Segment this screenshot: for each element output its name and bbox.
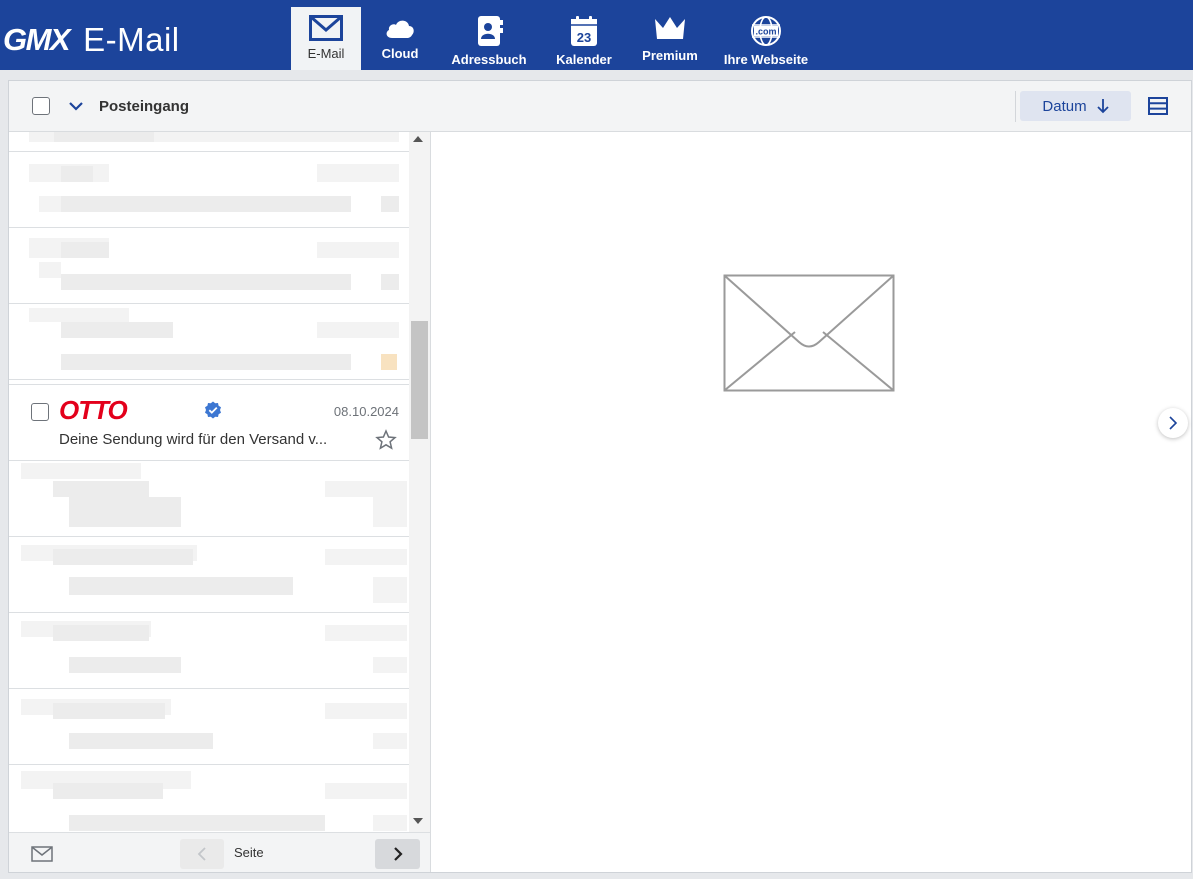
verified-sender-icon xyxy=(205,401,221,419)
list-item-redacted[interactable] xyxy=(9,304,409,380)
nav-cloud[interactable]: Cloud xyxy=(361,7,439,70)
list-item-redacted[interactable] xyxy=(9,613,409,689)
chevron-right-icon xyxy=(1169,416,1178,430)
chevron-down-icon[interactable] xyxy=(68,98,84,114)
email-date: 08.10.2024 xyxy=(333,404,399,419)
mail-list-footer: Seite xyxy=(9,832,430,872)
nav-addressbook[interactable]: Adressbuch xyxy=(439,7,539,70)
mail-list-scrollbar[interactable] xyxy=(409,132,430,832)
arrow-down-icon xyxy=(1096,99,1109,114)
previous-page-button[interactable] xyxy=(180,839,224,869)
list-item-redacted[interactable] xyxy=(9,461,409,537)
email-select-checkbox[interactable] xyxy=(31,403,49,421)
envelope-icon[interactable] xyxy=(31,846,53,862)
nav-addressbook-label: Adressbuch xyxy=(451,52,527,67)
sort-label: Datum xyxy=(1042,97,1087,115)
chevron-right-icon xyxy=(393,847,403,861)
reading-pane xyxy=(431,132,1191,872)
website-badge: .com xyxy=(755,27,776,37)
nav-email[interactable]: E-Mail xyxy=(291,7,361,70)
globe-icon: .com xyxy=(751,16,781,46)
top-navigation-bar: GMX E-Mail E-Mail Cloud Adressbuch 23 Ka… xyxy=(0,0,1193,70)
main-nav: E-Mail Cloud Adressbuch 23 Kalender Prem… xyxy=(291,7,821,70)
folder-title[interactable]: Posteingang xyxy=(99,98,189,115)
expand-side-panel-button[interactable] xyxy=(1158,408,1188,438)
calendar-day: 23 xyxy=(577,30,591,45)
cloud-icon xyxy=(386,20,414,38)
nav-website[interactable]: .com Ihre Webseite xyxy=(711,7,821,70)
list-item-redacted[interactable] xyxy=(9,765,409,832)
star-icon[interactable] xyxy=(375,429,397,451)
next-page-button[interactable] xyxy=(375,839,420,869)
nav-email-label: E-Mail xyxy=(307,46,345,61)
calendar-icon: 23 xyxy=(571,16,597,46)
scroll-up-arrow-icon[interactable] xyxy=(413,136,423,142)
email-subject: Deine Sendung wird für den Versand v... xyxy=(59,431,328,448)
list-item-redacted[interactable] xyxy=(9,689,409,765)
sort-button[interactable]: Datum xyxy=(1020,91,1131,121)
page-label: Seite xyxy=(234,845,264,860)
envelope-icon xyxy=(309,15,343,41)
nav-premium[interactable]: Premium xyxy=(629,7,711,70)
nav-website-label: Ihre Webseite xyxy=(723,52,809,67)
sender-logo-text: OTTO xyxy=(59,397,128,423)
nav-cloud-label: Cloud xyxy=(381,46,419,61)
mail-list: OTTO 08.10.2024 Deine Sendung wird für d… xyxy=(9,132,409,832)
product-name: E-Mail xyxy=(83,21,180,58)
list-item[interactable]: OTTO 08.10.2024 Deine Sendung wird für d… xyxy=(9,384,409,461)
chevron-left-icon xyxy=(197,847,206,861)
scroll-down-arrow-icon[interactable] xyxy=(413,818,423,824)
header-divider xyxy=(1015,91,1016,122)
nav-calendar-label: Kalender xyxy=(556,52,612,67)
brand-name: GMX xyxy=(3,22,71,57)
nav-premium-label: Premium xyxy=(642,48,698,63)
address-book-icon xyxy=(478,16,503,46)
list-item-redacted[interactable] xyxy=(9,537,409,613)
empty-mail-envelope-icon xyxy=(723,274,895,392)
mail-main-panel: Posteingang Datum OTTO 08.10.2024 Deine … xyxy=(8,80,1192,873)
list-item-redacted[interactable] xyxy=(9,132,409,152)
mail-list-header: Posteingang Datum xyxy=(9,81,1191,132)
crown-icon xyxy=(655,17,685,39)
gmx-logo[interactable]: GMX E-Mail xyxy=(3,20,180,60)
nav-calendar[interactable]: 23 Kalender xyxy=(539,7,629,70)
sender-logo: OTTO xyxy=(59,397,129,423)
select-all-checkbox[interactable] xyxy=(32,97,50,115)
list-item-redacted[interactable] xyxy=(9,152,409,228)
list-item-redacted[interactable] xyxy=(9,228,409,304)
view-layout-icon[interactable] xyxy=(1147,96,1169,116)
scrollbar-thumb[interactable] xyxy=(411,321,428,439)
